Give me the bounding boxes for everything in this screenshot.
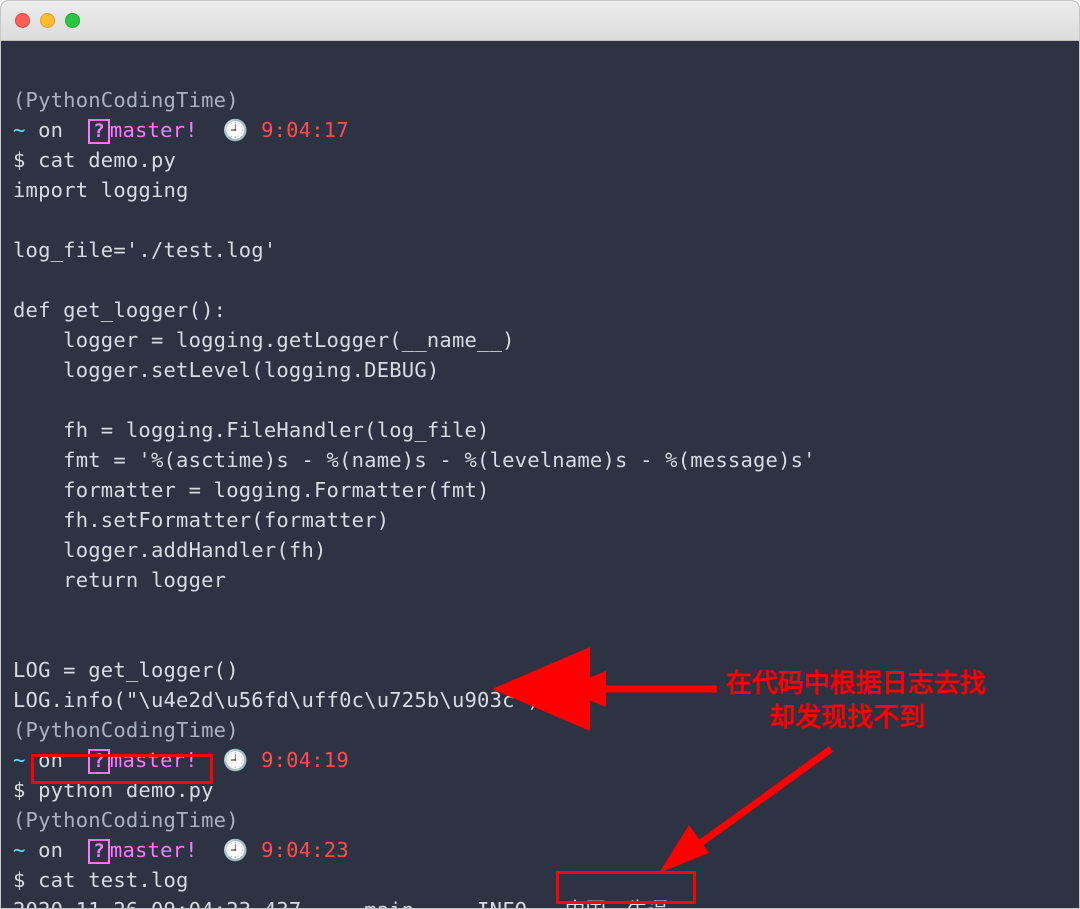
cmd-cat-demo: cat demo.py <box>38 148 176 172</box>
branch-name: master! <box>110 838 198 862</box>
terminal-body[interactable]: (PythonCodingTime) ~ on ?master! 🕘 9:04:… <box>1 41 1079 909</box>
log-prefix: 2020-11-26 09:04:23,437 - __main__ - INF… <box>13 898 565 909</box>
code-line: fh = logging.FileHandler(log_file) <box>13 418 490 442</box>
prompt-dollar: $ <box>13 868 38 892</box>
on-word: on <box>38 748 63 772</box>
pwd-tilde: ~ <box>13 748 26 772</box>
branch-name: master! <box>110 748 198 772</box>
code-line: logger.addHandler(fh) <box>13 538 327 562</box>
code-line: fmt = '%(asctime)s - %(name)s - %(leveln… <box>13 448 816 472</box>
venv-label: (PythonCodingTime) <box>13 718 239 742</box>
branch-name: master! <box>110 118 198 142</box>
branch-qmark: ? <box>88 119 110 144</box>
code-line: LOG = get_logger() <box>13 658 239 682</box>
clock-icon: 🕘 <box>223 748 249 772</box>
branch-qmark: ? <box>88 749 110 774</box>
time-3: 9:04:23 <box>261 838 349 862</box>
code-line: log_file='./test.log' <box>13 238 276 262</box>
prompt-dollar: $ <box>13 148 38 172</box>
venv-label: (PythonCodingTime) <box>13 88 239 112</box>
venv-label: (PythonCodingTime) <box>13 808 239 832</box>
cmd-cat-log: cat test.log <box>38 868 189 892</box>
code-line: formatter = logging.Formatter(fmt) <box>13 478 490 502</box>
prompt-dollar: $ <box>13 778 38 802</box>
close-button[interactable] <box>15 13 30 28</box>
clock-icon: 🕘 <box>223 838 249 862</box>
on-word: on <box>38 118 63 142</box>
code-line: return logger <box>13 568 226 592</box>
code-line: LOG.info("\u4e2d\u56fd\uff0c\u725b\u903c… <box>13 688 540 712</box>
pwd-tilde: ~ <box>13 118 26 142</box>
minimize-button[interactable] <box>40 13 55 28</box>
terminal-window: (PythonCodingTime) ~ on ?master! 🕘 9:04:… <box>0 0 1080 909</box>
code-line: fh.setFormatter(formatter) <box>13 508 389 532</box>
time-2: 9:04:19 <box>261 748 349 772</box>
pwd-tilde: ~ <box>13 838 26 862</box>
code-line: logger = logging.getLogger(__name__) <box>13 328 515 352</box>
on-word: on <box>38 838 63 862</box>
time-1: 9:04:17 <box>261 118 349 142</box>
code-line: def get_logger(): <box>13 298 226 322</box>
code-line: import logging <box>13 178 189 202</box>
zoom-button[interactable] <box>65 13 80 28</box>
clock-icon: 🕘 <box>223 118 249 142</box>
titlebar <box>1 1 1079 41</box>
code-line: logger.setLevel(logging.DEBUG) <box>13 358 439 382</box>
cmd-python-demo: python demo.py <box>38 778 214 802</box>
log-message: 中国，牛逼 <box>565 898 669 909</box>
branch-qmark: ? <box>88 839 110 864</box>
